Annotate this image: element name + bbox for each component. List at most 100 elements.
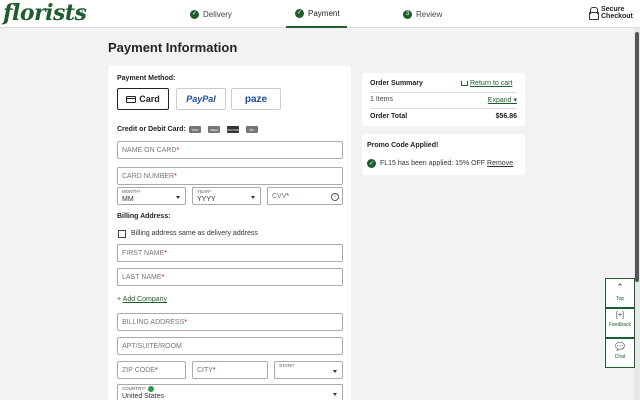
field-placeholder: APT/SUITE/ROOM bbox=[122, 342, 182, 350]
required-mark: * bbox=[144, 386, 146, 392]
required-mark: * bbox=[138, 189, 141, 194]
visa-icon: VISA bbox=[189, 126, 201, 133]
paypal-method-button[interactable]: PayPal bbox=[176, 88, 226, 110]
check-circle-icon: ✓ bbox=[367, 159, 376, 168]
promo-title: Promo Code Applied! bbox=[367, 142, 439, 149]
year-value: YYYY bbox=[197, 196, 216, 203]
cart-icon[interactable] bbox=[461, 81, 468, 86]
required-mark: * bbox=[292, 363, 295, 368]
field-placeholder: LAST NAME bbox=[122, 273, 162, 281]
step-label: Payment bbox=[308, 8, 340, 18]
chevron-down-icon: ▾ bbox=[513, 97, 517, 104]
check-icon: ✓ bbox=[190, 9, 199, 19]
expand-label: Expand bbox=[487, 97, 512, 104]
step-delivery[interactable]: ✓ Delivery bbox=[190, 0, 232, 28]
scrollbar-thumb[interactable] bbox=[635, 32, 639, 282]
add-company-label: Add Company bbox=[122, 296, 168, 303]
chevron-down-icon bbox=[333, 393, 337, 396]
paze-method-button[interactable]: paze bbox=[231, 88, 281, 110]
paze-logo: paze bbox=[244, 93, 268, 105]
field-label: MONTH bbox=[122, 189, 139, 194]
month-label: MONTH* bbox=[122, 189, 140, 194]
card-number-input[interactable]: CARD NUMBER * bbox=[117, 167, 343, 185]
required-mark: * bbox=[164, 249, 167, 257]
order-total-row: Order Total $56.86 bbox=[370, 113, 517, 120]
order-total-label: Order Total bbox=[370, 113, 408, 120]
cvv-input[interactable]: CVV * i bbox=[267, 187, 343, 205]
lock-icon bbox=[589, 7, 599, 20]
last-name-input[interactable]: LAST NAME * bbox=[117, 268, 343, 286]
items-count: 1 Items bbox=[370, 96, 393, 103]
state-select[interactable]: STATE* bbox=[274, 361, 343, 379]
promo-panel: Promo Code Applied! ✓ FL15 has been appl… bbox=[362, 134, 525, 175]
apt-suite-input[interactable]: APT/SUITE/ROOM bbox=[117, 337, 343, 355]
remove-promo-link[interactable]: Remove bbox=[487, 160, 513, 167]
secure-checkout: Secure Checkout bbox=[589, 6, 633, 20]
credit-card-icon bbox=[126, 95, 137, 103]
required-mark: * bbox=[286, 192, 290, 200]
step-number-icon: 3 bbox=[403, 9, 412, 19]
required-mark: * bbox=[174, 172, 177, 180]
field-placeholder: BILLING ADDRESS bbox=[122, 318, 185, 326]
month-select[interactable]: MONTH* MM bbox=[117, 187, 186, 205]
first-name-input[interactable]: FIRST NAME * bbox=[117, 244, 343, 262]
back-to-top-button[interactable]: ⌃ Top bbox=[605, 278, 635, 308]
field-placeholder: ZIP CODE bbox=[122, 366, 155, 374]
mastercard-icon: MC bbox=[246, 126, 258, 133]
feedback-label: Feedback bbox=[609, 322, 631, 328]
same-address-checkbox[interactable] bbox=[118, 230, 126, 238]
billing-address-input[interactable]: BILLING ADDRESS * bbox=[117, 313, 343, 331]
promo-message: FL15 has been applied: 15% OFF Remove bbox=[380, 160, 513, 167]
step-review[interactable]: 3 Review bbox=[403, 0, 442, 28]
divider bbox=[370, 92, 517, 93]
add-company-link[interactable]: + Add Company bbox=[117, 296, 167, 303]
city-input[interactable]: CITY * bbox=[192, 361, 268, 379]
name-on-card-input[interactable]: NAME ON CARD * bbox=[117, 141, 343, 159]
required-mark: * bbox=[184, 318, 187, 326]
same-address-label[interactable]: Billing address same as delivery address bbox=[131, 230, 258, 237]
chevron-down-icon bbox=[176, 196, 180, 199]
field-placeholder: NAME ON CARD bbox=[122, 146, 177, 154]
discover-icon: DISCOVER bbox=[225, 126, 241, 133]
chat-button[interactable]: 💬 Chat bbox=[605, 338, 635, 368]
step-label: Delivery bbox=[203, 9, 232, 19]
country-label: COUNTRY* bbox=[122, 386, 154, 392]
order-summary-title: Order Summary bbox=[370, 80, 423, 87]
info-icon[interactable]: i bbox=[331, 193, 339, 201]
expand-button[interactable]: Expand ▾ bbox=[488, 96, 517, 104]
chevron-down-icon bbox=[251, 196, 255, 199]
feedback-icon: [+] bbox=[616, 312, 624, 319]
zip-code-input[interactable]: ZIP CODE * bbox=[117, 361, 186, 379]
checkout-header: florists .com ✓ Delivery ✓ Payment 3 Rev… bbox=[0, 0, 640, 28]
state-label: STATE* bbox=[279, 363, 295, 368]
checkout-label: Checkout bbox=[601, 13, 633, 20]
chevron-up-icon: ⌃ bbox=[616, 282, 624, 292]
field-label: COUNTRY bbox=[122, 386, 145, 392]
country-value: United States bbox=[122, 393, 165, 400]
feedback-button[interactable]: [+] Feedback bbox=[605, 308, 635, 338]
required-mark: * bbox=[154, 366, 158, 374]
step-label: Review bbox=[416, 9, 443, 19]
order-total-value: $56.86 bbox=[495, 113, 517, 120]
required-mark: * bbox=[176, 146, 180, 154]
payment-panel: Payment Method: Card PayPal paze Credit … bbox=[108, 66, 351, 400]
country-select[interactable]: COUNTRY* United States bbox=[117, 384, 343, 400]
chevron-down-icon bbox=[333, 370, 337, 373]
year-select[interactable]: YEAR* YYYY bbox=[192, 187, 261, 205]
check-icon: ✓ bbox=[295, 8, 304, 18]
card-method-button[interactable]: Card bbox=[117, 88, 169, 110]
month-value: MM bbox=[122, 196, 134, 203]
chat-label: Chat bbox=[614, 354, 626, 360]
step-payment[interactable]: ✓ Payment bbox=[286, 0, 347, 28]
page-title: Payment Information bbox=[108, 40, 238, 55]
year-label: YEAR* bbox=[197, 189, 211, 194]
required-mark: * bbox=[161, 273, 165, 281]
florists-logo[interactable]: florists bbox=[3, 0, 87, 26]
return-to-cart-link[interactable]: Return to cart bbox=[470, 80, 512, 87]
required-mark: * bbox=[209, 189, 212, 194]
field-label: STATE bbox=[279, 363, 293, 368]
logo-domain: .com bbox=[80, 7, 85, 16]
items-row: 1 Items Expand ▾ bbox=[370, 96, 517, 104]
required-mark: * bbox=[212, 366, 216, 374]
valid-check-icon bbox=[147, 386, 154, 392]
